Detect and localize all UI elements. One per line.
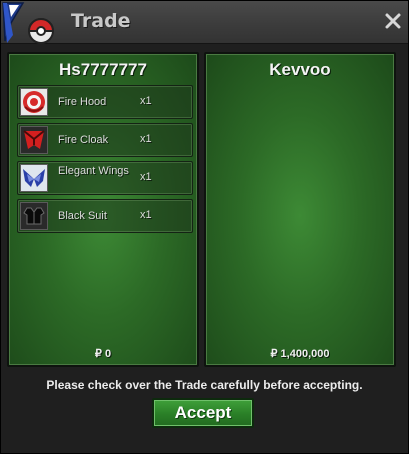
item-quantity: x1 (140, 171, 152, 183)
item-name: Elegant Wings (58, 165, 129, 177)
game-logo-icon (2, 2, 55, 44)
trade-window: Trade Hs7777777 Fire Hood x1 Fire Cloak … (0, 0, 409, 454)
right-player-name: Kevvoo (269, 60, 331, 79)
fire-hood-icon (20, 88, 48, 116)
trade-item-fire-hood[interactable]: Fire Hood x1 (17, 85, 193, 119)
item-name: Fire Cloak (58, 134, 109, 146)
right-trade-panel: Kevvoo ₽ 1,400,000 (204, 52, 396, 367)
window-title: Trade (71, 10, 131, 32)
item-quantity: x1 (140, 209, 152, 221)
left-trade-panel: Hs7777777 Fire Hood x1 Fire Cloak x1 Ele… (7, 52, 199, 367)
black-suit-icon (20, 202, 48, 230)
item-quantity: x1 (140, 133, 152, 145)
left-money-offer: ₽ 0 (94, 348, 112, 360)
title-bar[interactable]: Trade (1, 1, 408, 44)
item-name: Fire Hood (58, 96, 107, 108)
item-quantity: x1 (140, 95, 152, 107)
right-money-offer: ₽ 1,400,000 (270, 348, 330, 360)
elegant-wings-icon (20, 164, 48, 192)
left-player-name: Hs7777777 (59, 60, 147, 79)
fire-cloak-icon (20, 126, 48, 154)
item-name: Black Suit (58, 210, 107, 222)
trade-item-elegant-wings[interactable]: Elegant Wings x1 (17, 161, 193, 195)
accept-button[interactable]: Accept (152, 398, 254, 428)
trade-item-fire-cloak[interactable]: Fire Cloak x1 (17, 123, 193, 157)
trade-notice: Please check over the Trade carefully be… (46, 378, 363, 392)
trade-item-black-suit[interactable]: Black Suit x1 (17, 199, 193, 233)
accept-button-label: Accept (174, 403, 232, 422)
close-icon[interactable] (384, 12, 402, 30)
